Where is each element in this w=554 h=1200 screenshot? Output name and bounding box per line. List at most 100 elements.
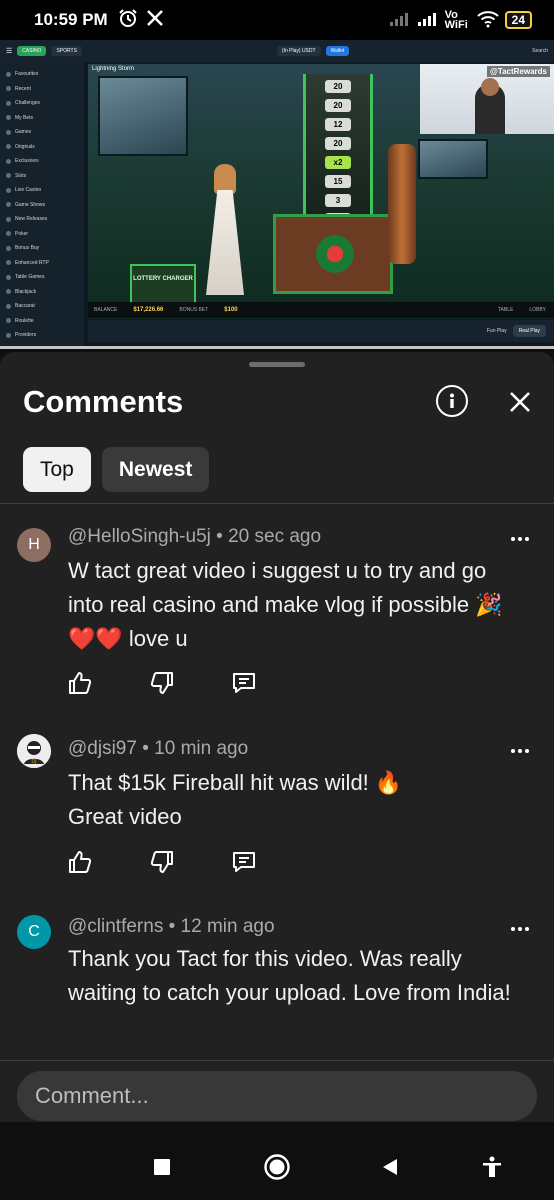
home-button[interactable]: [262, 1152, 292, 1182]
reply-button[interactable]: [230, 848, 258, 876]
comment-author[interactable]: @djsi97: [68, 738, 137, 759]
back-triangle-icon: [383, 1159, 397, 1175]
accessibility-icon: [483, 1156, 501, 1177]
accessibility-button[interactable]: [477, 1152, 507, 1182]
casino-sidebar-item: New Releases: [6, 212, 78, 227]
comment-meta: @clintferns • 12 min ago: [68, 916, 275, 937]
menu-icon: ☰: [6, 48, 13, 55]
casino-sidebar-item: Challenges: [6, 96, 78, 111]
lobby-label: LOBBY: [529, 307, 546, 313]
casino-sidebar-item: Enhanced RTP: [6, 256, 78, 271]
casino-tab: CASINO: [17, 46, 47, 56]
comment-meta: @HelloSingh-u5j • 20 sec ago: [68, 526, 322, 547]
game-host: [206, 164, 244, 299]
avatar[interactable]: DJ: [17, 734, 51, 768]
casino-topbar: ☰ CASINO SPORTS (In Play) USDT Wallet Se…: [0, 40, 554, 62]
watermark: @TactRewards: [486, 66, 550, 77]
casino-sidebar-item: Exclusives: [6, 154, 78, 169]
comment-time: 10 min ago: [154, 738, 249, 759]
video-progress-bar[interactable]: [0, 346, 554, 349]
signal-icon-1: [389, 11, 411, 30]
tower-value: 12: [325, 118, 351, 131]
like-button[interactable]: [66, 848, 94, 876]
info-icon: [450, 393, 454, 408]
comment-time: 20 sec ago: [228, 526, 322, 547]
x-logo-icon: [146, 9, 164, 32]
dislike-button[interactable]: [148, 848, 176, 876]
close-icon: [510, 392, 530, 412]
system-nav-bar: [0, 1122, 554, 1200]
casino-sidebar-item: Game Shows: [6, 198, 78, 213]
game-bottom-bar: Fun Play Real Play: [88, 320, 554, 342]
wifi-icon: [476, 10, 499, 31]
sort-chips: Top Newest: [23, 447, 210, 492]
drag-handle[interactable]: [249, 362, 305, 367]
avatar[interactable]: H: [17, 528, 51, 562]
reply-icon: [233, 852, 255, 872]
reply-button[interactable]: [230, 669, 258, 697]
comment-text: W tact great video i suggest u to try an…: [68, 558, 503, 651]
chip-newest[interactable]: Newest: [101, 447, 210, 492]
home-circle-icon: [264, 1154, 290, 1180]
comment-author[interactable]: @HelloSingh-u5j: [68, 526, 211, 547]
casino-sidebar-item: Bonus Buy: [6, 241, 78, 256]
game-logo: LOTTERY CHARGER: [130, 264, 196, 304]
comment-text: Thank you Tact for this video. Was reall…: [68, 946, 511, 1005]
balance-bar: BALANCE $17,226.66 BONUS BET $100 TABLE …: [88, 302, 554, 318]
status-time: 10:59 PM: [34, 10, 108, 29]
comment-author[interactable]: @clintferns: [68, 916, 163, 937]
streamer-webcam: @TactRewards: [420, 64, 554, 134]
close-button[interactable]: [505, 387, 535, 417]
avatar[interactable]: C: [17, 915, 51, 949]
more-options-button[interactable]: [508, 741, 532, 761]
vowifi-label: Vo WiFi: [444, 9, 468, 31]
comment-time: 12 min ago: [180, 916, 275, 937]
casino-sidebar-item: My Bets: [6, 111, 78, 126]
game-machine: [273, 214, 393, 294]
play-mode-label: (In Play): [281, 48, 301, 54]
comment-input[interactable]: Comment...: [17, 1071, 537, 1121]
tower-value: x2: [325, 156, 351, 169]
thumbs-up-icon: [69, 851, 92, 873]
casino-sidebar-item: Blackjack: [6, 285, 78, 300]
reply-icon: [233, 673, 255, 693]
sports-tab: SPORTS: [51, 46, 82, 56]
wallet-button: Wallet: [325, 46, 350, 56]
comments-title: Comments: [23, 384, 184, 419]
alarm-icon: [118, 8, 138, 33]
more-options-button[interactable]: [508, 529, 532, 549]
table-label: TABLE: [497, 307, 514, 313]
recents-button[interactable]: [147, 1152, 177, 1182]
signal-icon-2: [417, 11, 439, 30]
casino-sidebar-item: Roulette: [6, 314, 78, 329]
dislike-button[interactable]: [148, 669, 176, 697]
casino-sidebar-item: Table Games: [6, 270, 78, 285]
comment-actions: [66, 848, 258, 876]
recents-square-icon: [154, 1159, 170, 1175]
like-button[interactable]: [66, 669, 94, 697]
info-button[interactable]: [436, 385, 468, 417]
casino-sidebar-item: Favourites: [6, 67, 78, 82]
thumbs-down-icon: [150, 851, 173, 873]
tower-value: 20: [325, 80, 351, 93]
casino-sidebar-item: Games: [6, 125, 78, 140]
avatar-image-icon: DJ: [17, 734, 51, 768]
casino-sidebar-item: Poker: [6, 227, 78, 242]
bonus-value: $100: [224, 307, 238, 313]
more-options-button[interactable]: [508, 919, 532, 939]
back-button[interactable]: [375, 1152, 405, 1182]
window-pane: [98, 76, 188, 156]
chip-top[interactable]: Top: [23, 447, 91, 492]
boiler-prop: [388, 144, 416, 264]
window-pane: [418, 139, 488, 179]
casino-sidebar-item: Slots: [6, 169, 78, 184]
tower-value: 20: [325, 137, 351, 150]
comment-actions: [66, 669, 258, 697]
video-player[interactable]: ☰ CASINO SPORTS (In Play) USDT Wallet Se…: [0, 40, 554, 348]
comment-meta: @djsi97 • 10 min ago: [68, 738, 249, 759]
casino-sidebar: Favourites Recent Challenges My Bets Gam…: [0, 62, 84, 348]
game-view: Lightning Storm 20 20 12 20 x2 15 3 50 5…: [88, 64, 554, 319]
status-bar: 10:59 PM Vo WiFi 24: [0, 0, 554, 40]
real-play-label: Real Play: [512, 325, 546, 337]
comment-text: That $15k Fireball hit was wild! 🔥 Great…: [68, 770, 403, 829]
